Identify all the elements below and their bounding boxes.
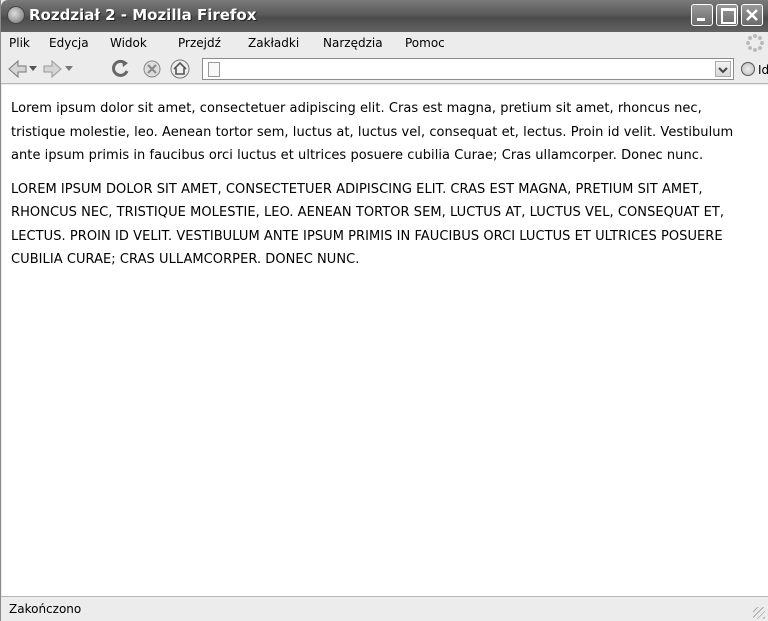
paragraph-normal: Lorem ipsum dolor sit amet, consectetuer… <box>11 101 734 163</box>
menu-plik[interactable]: Plik <box>9 36 30 50</box>
resize-grip[interactable] <box>753 607 765 619</box>
firefox-logo-icon <box>7 6 25 24</box>
status-bar: Zakończono <box>1 596 768 621</box>
browser-window: Rozdział 2 - Mozilla Firefox Plik Edycja… <box>0 0 768 621</box>
minimize-button[interactable] <box>691 4 713 26</box>
stop-icon[interactable] <box>141 58 163 80</box>
close-button[interactable] <box>741 4 763 26</box>
back-icon[interactable] <box>7 58 29 80</box>
menu-pomoc[interactable]: Pomoc <box>405 36 445 50</box>
go-button[interactable]: Idź <box>758 63 768 77</box>
page-content: Lorem ipsum dolor sit amet, consectetuer… <box>2 85 768 596</box>
maximize-button[interactable] <box>716 4 738 26</box>
status-text: Zakończono <box>9 602 82 616</box>
paragraph-uppercase: LOREM IPSUM DOLOR SIT AMET, CONSECTETUER… <box>11 181 725 268</box>
url-input[interactable] <box>225 61 705 77</box>
page-icon <box>208 62 220 77</box>
menu-bar: Plik Edycja Widok Przejdź Zakładki Narzę… <box>1 32 768 54</box>
menu-przejdz[interactable]: Przejdź <box>178 36 221 50</box>
forward-dropdown-icon[interactable] <box>65 66 73 72</box>
reload-icon[interactable] <box>109 58 131 80</box>
title-bar[interactable]: Rozdział 2 - Mozilla Firefox <box>1 0 768 32</box>
navigation-toolbar: Idź <box>1 54 768 84</box>
url-dropdown-button[interactable] <box>715 61 731 77</box>
go-icon[interactable] <box>741 62 755 76</box>
forward-icon[interactable] <box>41 58 63 80</box>
back-dropdown-icon[interactable] <box>29 66 37 72</box>
close-icon <box>746 9 758 21</box>
menu-narzedzia[interactable]: Narzędzia <box>323 36 383 50</box>
menu-zakladki[interactable]: Zakładki <box>248 36 299 50</box>
home-icon[interactable] <box>169 58 191 80</box>
address-bar[interactable] <box>202 58 734 80</box>
throbber-icon <box>746 34 764 52</box>
menu-widok[interactable]: Widok <box>110 36 147 50</box>
window-title: Rozdział 2 - Mozilla Firefox <box>29 6 257 24</box>
menu-edycja[interactable]: Edycja <box>49 36 89 50</box>
chevron-down-icon <box>718 67 728 74</box>
